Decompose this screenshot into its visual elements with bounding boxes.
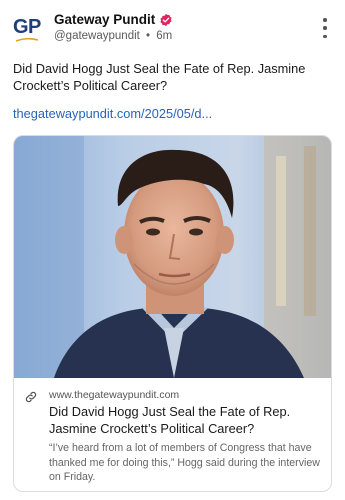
card-domain: www.thegatewaypundit.com: [49, 389, 180, 401]
author-handle[interactable]: @gatewaypundit: [54, 30, 140, 42]
author-meta: @gatewaypundit • 6m: [54, 30, 172, 42]
post-link[interactable]: thegatewaypundit.com/2025/05/d...: [13, 106, 212, 121]
post-text: Did David Hogg Just Seal the Fate of Rep…: [13, 61, 306, 93]
card-description: “I’ve heard from a lot of members of Con…: [49, 442, 320, 483]
avatar-logo-text: GP: [13, 16, 41, 38]
post-time[interactable]: 6m: [156, 30, 172, 42]
card-title[interactable]: Did David Hogg Just Seal the Fate of Rep…: [49, 403, 324, 437]
link-icon: [25, 391, 37, 403]
link-preview-card[interactable]: www.thegatewaypundit.com Did David Hogg …: [13, 135, 332, 492]
logo-swoosh-icon: [16, 38, 38, 42]
post-header: GP Gateway Pundit @gatewaypundit • 6m: [12, 10, 333, 46]
verified-badge-icon: [160, 13, 172, 26]
author-name-row: Gateway Pundit: [54, 12, 173, 27]
meta-separator: •: [146, 30, 151, 42]
card-body: www.thegatewaypundit.com Did David Hogg …: [14, 379, 331, 491]
avatar[interactable]: GP: [12, 12, 44, 44]
more-vertical-icon[interactable]: [317, 18, 333, 38]
article-photo: [14, 136, 331, 378]
author-name[interactable]: Gateway Pundit: [54, 12, 155, 27]
